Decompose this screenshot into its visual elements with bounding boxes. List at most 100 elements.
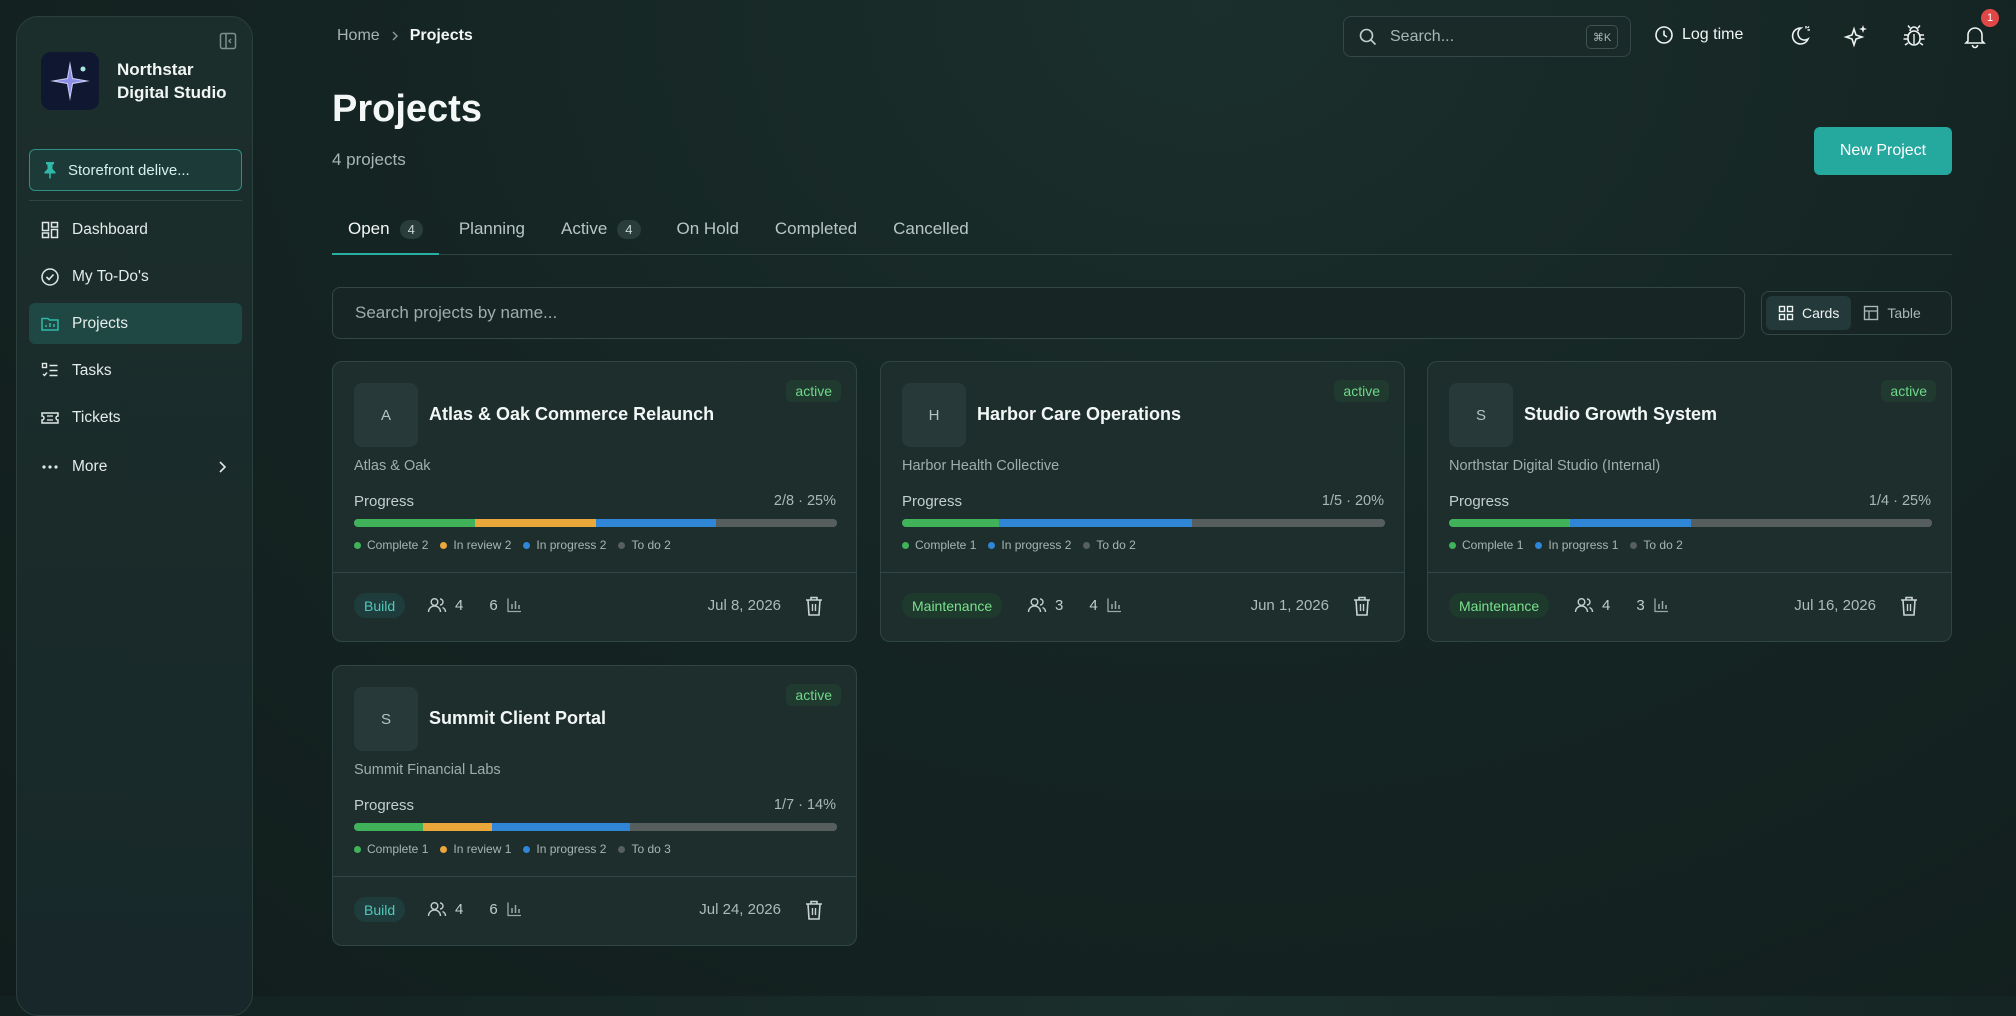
pinned-project-item[interactable]: Storefront delive... (29, 149, 242, 191)
search-shortcut-hint: ⌘K (1586, 25, 1618, 49)
project-title[interactable]: Summit Client Portal (429, 708, 606, 729)
progress-legend: Complete 1 In review 1 In progress 2 To do … (354, 842, 671, 856)
sidebar-item-label: My To-Do's (72, 267, 149, 285)
legend-dot (1449, 541, 1456, 549)
page-subtitle: 4 projects (332, 150, 406, 169)
legend-item: Complete 1 (902, 538, 976, 552)
project-due-date: Jun 1, 2026 (1250, 597, 1329, 614)
legend-dot (523, 845, 531, 853)
tab-count-badge: 4 (399, 220, 423, 239)
page-title: Projects (332, 88, 482, 130)
project-card[interactable]: S Summit Client Portal active Summit Fin… (332, 665, 857, 946)
progress-segment-progress (492, 823, 630, 831)
more-dots-icon (40, 457, 60, 477)
project-avatar: S (1449, 383, 1513, 447)
legend-dot (618, 845, 626, 853)
project-title[interactable]: Atlas & Oak Commerce Relaunch (429, 404, 714, 425)
card-body: S Studio Growth System active Northstar … (1428, 362, 1951, 572)
view-cards-button[interactable]: Cards (1766, 296, 1852, 330)
tab-completed[interactable]: Completed (759, 214, 873, 255)
bar-chart-icon (1106, 597, 1122, 613)
delete-project-icon[interactable] (804, 595, 824, 617)
project-avatar: H (902, 383, 966, 447)
legend-item: To do 3 (618, 842, 671, 856)
grid-icon (1778, 305, 1794, 321)
sidebar-item-dashboard[interactable]: Dashboard (29, 209, 242, 250)
sidebar-item-more[interactable]: More (29, 446, 242, 487)
view-cards-label: Cards (1802, 305, 1840, 321)
project-meta: 3 4 (1027, 596, 1122, 614)
legend-dot (354, 541, 361, 549)
sidebar-item-my-todos[interactable]: My To-Do's (29, 256, 242, 297)
sidebar-item-tasks[interactable]: Tasks (29, 350, 242, 391)
progress-value: 2/8 · 25% (773, 493, 836, 509)
legend-label: Complete 1 (367, 842, 429, 856)
view-table-label: Table (1887, 305, 1921, 321)
delete-project-icon[interactable] (1352, 595, 1372, 617)
project-card[interactable]: H Harbor Care Operations active Harbor H… (880, 361, 1405, 642)
legend-label: In review 2 (453, 538, 512, 552)
progress-segment-progress (1569, 519, 1691, 527)
breadcrumb-home[interactable]: Home (337, 27, 380, 45)
new-project-button[interactable]: New Project (1814, 127, 1952, 175)
progress-value: 1/4 · 25% (1868, 493, 1931, 509)
tab-cancelled[interactable]: Cancelled (877, 214, 985, 255)
delete-project-icon[interactable] (804, 899, 824, 921)
sidebar-item-projects[interactable]: Projects (29, 303, 242, 344)
progress-label: Progress (1449, 493, 1510, 510)
legend-item: Complete 2 (354, 538, 428, 552)
project-card[interactable]: S Studio Growth System active Northstar … (1427, 361, 1952, 642)
project-card[interactable]: A Atlas & Oak Commerce Relaunch active A… (332, 361, 857, 642)
progress-bar (354, 519, 837, 527)
progress-segment-review (423, 823, 492, 831)
breadcrumb-current: Projects (409, 27, 473, 44)
project-search-input[interactable]: Search projects by name... (332, 287, 1745, 339)
progress-segment-todo (716, 519, 837, 527)
bug-icon[interactable] (1900, 22, 1928, 50)
tab-planning[interactable]: Planning (443, 214, 541, 255)
legend-label: To do 3 (631, 842, 671, 856)
legend-label: To do 2 (631, 538, 671, 552)
sidebar-collapse-icon[interactable] (218, 31, 238, 51)
project-title[interactable]: Studio Growth System (1524, 404, 1717, 425)
project-meta: 4 3 (1574, 596, 1669, 614)
progress-segment-complete (1449, 519, 1570, 527)
progress-value: 1/5 · 20% (1321, 493, 1384, 509)
legend-item: In progress 2 (523, 842, 606, 856)
ticket-icon (40, 408, 60, 428)
task-count: 4 (1089, 596, 1098, 614)
project-meta: 4 6 (427, 900, 522, 918)
tab-active[interactable]: Active 4 (545, 214, 657, 255)
legend-label: In progress 1 (1548, 538, 1619, 552)
dashboard-icon (40, 220, 60, 240)
status-badge: active (786, 380, 841, 402)
log-time-button[interactable]: Log time (1654, 25, 1743, 45)
tab-open[interactable]: Open 4 (332, 214, 439, 255)
log-time-label: Log time (1682, 26, 1744, 43)
legend-item: To do 2 (618, 538, 671, 552)
sparkles-icon[interactable] (1843, 22, 1871, 50)
global-search-input[interactable]: Search... ⌘K (1343, 16, 1631, 57)
legend-item: In progress 2 (523, 538, 606, 552)
legend-dot (523, 541, 531, 549)
tab-label: Cancelled (893, 219, 969, 238)
search-placeholder: Search... (1390, 27, 1455, 45)
tab-label: Completed (774, 219, 858, 238)
progress-bar (354, 823, 837, 831)
project-due-date: Jul 16, 2026 (1794, 597, 1876, 614)
project-type-badge: Build (354, 897, 406, 922)
view-table-button[interactable]: Table (1851, 296, 1932, 330)
tab-on-hold[interactable]: On Hold (661, 214, 755, 255)
check-circle-icon (40, 267, 60, 287)
breadcrumb: Home Projects (337, 27, 473, 45)
theme-toggle-icon[interactable] (1786, 22, 1814, 50)
status-badge: active (1334, 380, 1389, 402)
progress-segment-todo (1690, 519, 1932, 527)
sidebar-item-tickets[interactable]: Tickets (29, 397, 242, 438)
project-title[interactable]: Harbor Care Operations (977, 404, 1181, 425)
bell-icon[interactable] (1961, 22, 1989, 50)
delete-project-icon[interactable] (1899, 595, 1919, 617)
folder-icon (40, 314, 60, 334)
legend-dot (988, 541, 996, 549)
brand-name-line1: Northstar (117, 60, 194, 79)
